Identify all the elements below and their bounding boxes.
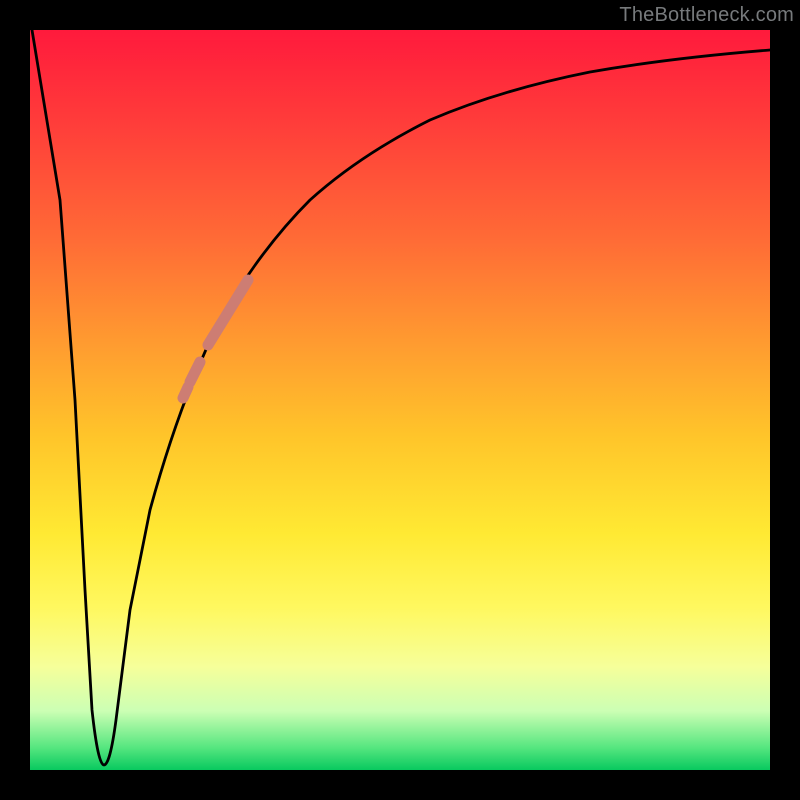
highlight-segment-upper — [208, 280, 248, 345]
highlight-segment-lower-a — [190, 362, 200, 382]
highlight-segment-lower-b — [183, 387, 188, 398]
curve-svg — [30, 30, 770, 770]
chart-frame: TheBottleneck.com — [0, 0, 800, 800]
bottleneck-curve — [32, 30, 770, 765]
watermark-text: TheBottleneck.com — [619, 4, 794, 27]
plot-area — [30, 30, 770, 770]
